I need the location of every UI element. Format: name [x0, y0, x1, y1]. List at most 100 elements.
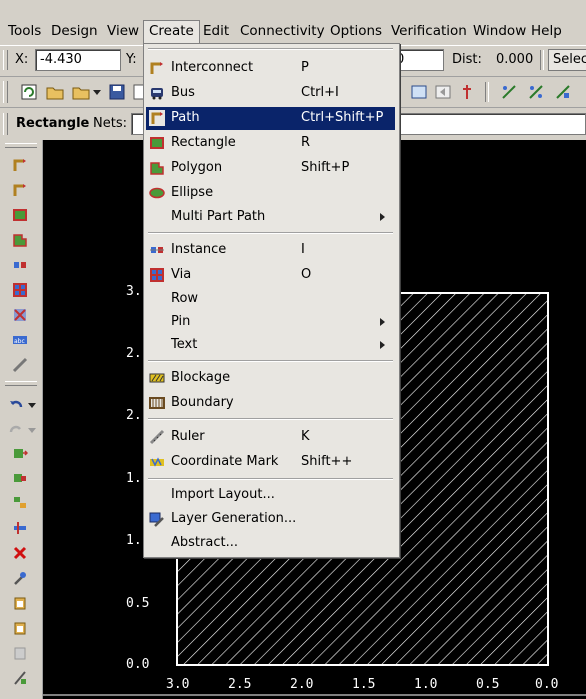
polygon-tool-icon[interactable]	[12, 232, 28, 248]
paste-icon[interactable]	[12, 595, 28, 611]
blockage-icon	[149, 373, 165, 383]
path-tool-icon[interactable]	[12, 182, 28, 198]
menu-item-label: Text	[171, 337, 198, 352]
menu-item-shortcut: Ctrl+Shift+P	[301, 110, 384, 125]
move-icon[interactable]	[12, 470, 28, 486]
menu-verification[interactable]: Verification	[391, 23, 467, 39]
undo-icon[interactable]	[8, 396, 24, 412]
create-menu-dropdown: Interconnect P Bus Ctrl+I Path Ctrl+Shif…	[143, 43, 400, 558]
menu-tearoff-line[interactable]	[148, 48, 393, 50]
menu-separator	[148, 418, 393, 420]
previous-view-icon[interactable]	[434, 83, 452, 101]
y-tick-label: 3.	[126, 284, 142, 299]
chevron-down-icon[interactable]	[28, 428, 36, 433]
menu-item-boundary[interactable]: Boundary	[146, 392, 395, 415]
toolbar-grip[interactable]	[3, 50, 8, 70]
menu-connectivity[interactable]: Connectivity	[240, 23, 325, 39]
menu-item-shortcut: P	[301, 60, 309, 75]
menu-edit[interactable]: Edit	[203, 23, 229, 39]
menu-view[interactable]: View	[107, 23, 139, 39]
polygon-icon	[150, 162, 164, 175]
menu-item-layer-generation[interactable]: Layer Generation...	[146, 508, 395, 531]
menu-design[interactable]: Design	[51, 23, 98, 39]
align-icon[interactable]	[12, 670, 28, 686]
menu-item-label: Coordinate Mark	[171, 454, 279, 469]
menu-item-label: Ruler	[171, 429, 205, 444]
menu-item-instance[interactable]: Instance I	[146, 239, 395, 262]
clipboard-disabled-icon[interactable]	[12, 645, 28, 661]
menu-item-ruler[interactable]: Ruler K	[146, 426, 395, 449]
menu-item-shortcut: O	[301, 267, 312, 282]
rectangle-tool-icon[interactable]	[12, 207, 28, 223]
menu-item-path[interactable]: Path Ctrl+Shift+P	[146, 107, 395, 130]
probe-icon[interactable]	[500, 83, 518, 101]
toolbar-grip[interactable]	[5, 381, 37, 386]
delete-icon[interactable]	[12, 545, 28, 561]
chevron-down-icon[interactable]	[28, 403, 36, 408]
interconnect-tool-icon[interactable]	[12, 157, 28, 173]
split-icon[interactable]	[12, 520, 28, 536]
probe-net-icon[interactable]	[527, 83, 545, 101]
menu-help[interactable]: Help	[531, 23, 562, 39]
menu-item-label: Abstract...	[171, 535, 238, 550]
save-icon[interactable]	[108, 83, 126, 101]
menu-item-shortcut: Ctrl+I	[301, 85, 339, 100]
menu-item-blockage[interactable]: Blockage	[146, 367, 395, 390]
menu-item-row[interactable]: Row	[146, 288, 395, 311]
menu-item-shortcut: K	[301, 429, 310, 444]
x-tick-label: 1.5	[352, 677, 376, 692]
bus-icon	[151, 88, 163, 100]
menu-tools[interactable]: Tools	[8, 23, 41, 39]
y-label: Y:	[126, 52, 137, 67]
menu-item-pin[interactable]: Pin	[146, 311, 395, 334]
menu-item-bus[interactable]: Bus Ctrl+I	[146, 82, 395, 105]
stretch-icon[interactable]	[12, 495, 28, 511]
toolbar-grip[interactable]	[3, 81, 8, 103]
menu-options[interactable]: Options	[330, 23, 382, 39]
chevron-down-icon[interactable]	[93, 90, 101, 95]
svg-text:abc: abc	[14, 338, 25, 345]
x-coordinate-field[interactable]: -4.430	[35, 49, 121, 71]
rectangle-icon	[150, 137, 164, 149]
dist-label: Dist:	[452, 52, 482, 67]
menu-create[interactable]: Create	[143, 20, 200, 43]
menu-item-polygon[interactable]: Polygon Shift+P	[146, 157, 395, 180]
nets-label: Nets:	[93, 116, 127, 131]
menu-item-ellipse[interactable]: Ellipse	[146, 182, 395, 205]
menu-item-shortcut: I	[301, 242, 305, 257]
fit-view-icon[interactable]	[410, 83, 428, 101]
menu-bar: Tools Design View Create Edit Connectivi…	[0, 20, 586, 43]
x-tick-label: 2.0	[290, 677, 314, 692]
refresh-icon[interactable]	[20, 83, 38, 101]
probe-path-icon[interactable]	[554, 83, 572, 101]
text-tool-icon[interactable]: abc	[12, 332, 28, 348]
selection-mode-select[interactable]: Selec	[548, 49, 586, 71]
menu-item-multi-part-path[interactable]: Multi Part Path	[146, 206, 395, 229]
open-folder-icon[interactable]	[46, 83, 64, 101]
menu-item-import-layout[interactable]: Import Layout...	[146, 484, 395, 507]
copy-icon[interactable]	[12, 445, 28, 461]
ruler-tool-icon[interactable]	[12, 357, 28, 373]
hierarchy-icon[interactable]	[458, 83, 476, 101]
menu-item-label: Path	[171, 110, 200, 125]
open-recent-icon[interactable]	[72, 83, 90, 101]
menu-window[interactable]: Window	[473, 23, 526, 39]
instance-tool-icon[interactable]	[12, 257, 28, 273]
via-icon	[150, 268, 164, 282]
via-tool-icon[interactable]	[12, 282, 28, 298]
menu-item-text[interactable]: Text	[146, 334, 395, 357]
properties-icon[interactable]	[12, 570, 28, 586]
toolbar-grip[interactable]	[5, 143, 37, 148]
toolbar-grip[interactable]	[3, 113, 8, 135]
pin-tool-icon[interactable]	[12, 307, 28, 323]
clipboard-icon[interactable]	[12, 620, 28, 636]
menu-item-via[interactable]: Via O	[146, 264, 395, 287]
y-tick-label: 1.	[126, 471, 142, 486]
menu-item-rectangle[interactable]: Rectangle R	[146, 132, 395, 155]
ruler-icon	[149, 429, 165, 445]
menu-item-interconnect[interactable]: Interconnect P	[146, 57, 395, 80]
menu-item-coordinate-mark[interactable]: Coordinate Mark Shift++	[146, 451, 395, 474]
redo-icon[interactable]	[8, 421, 24, 437]
menu-item-abstract[interactable]: Abstract...	[146, 532, 395, 555]
menu-item-label: Instance	[171, 242, 227, 257]
